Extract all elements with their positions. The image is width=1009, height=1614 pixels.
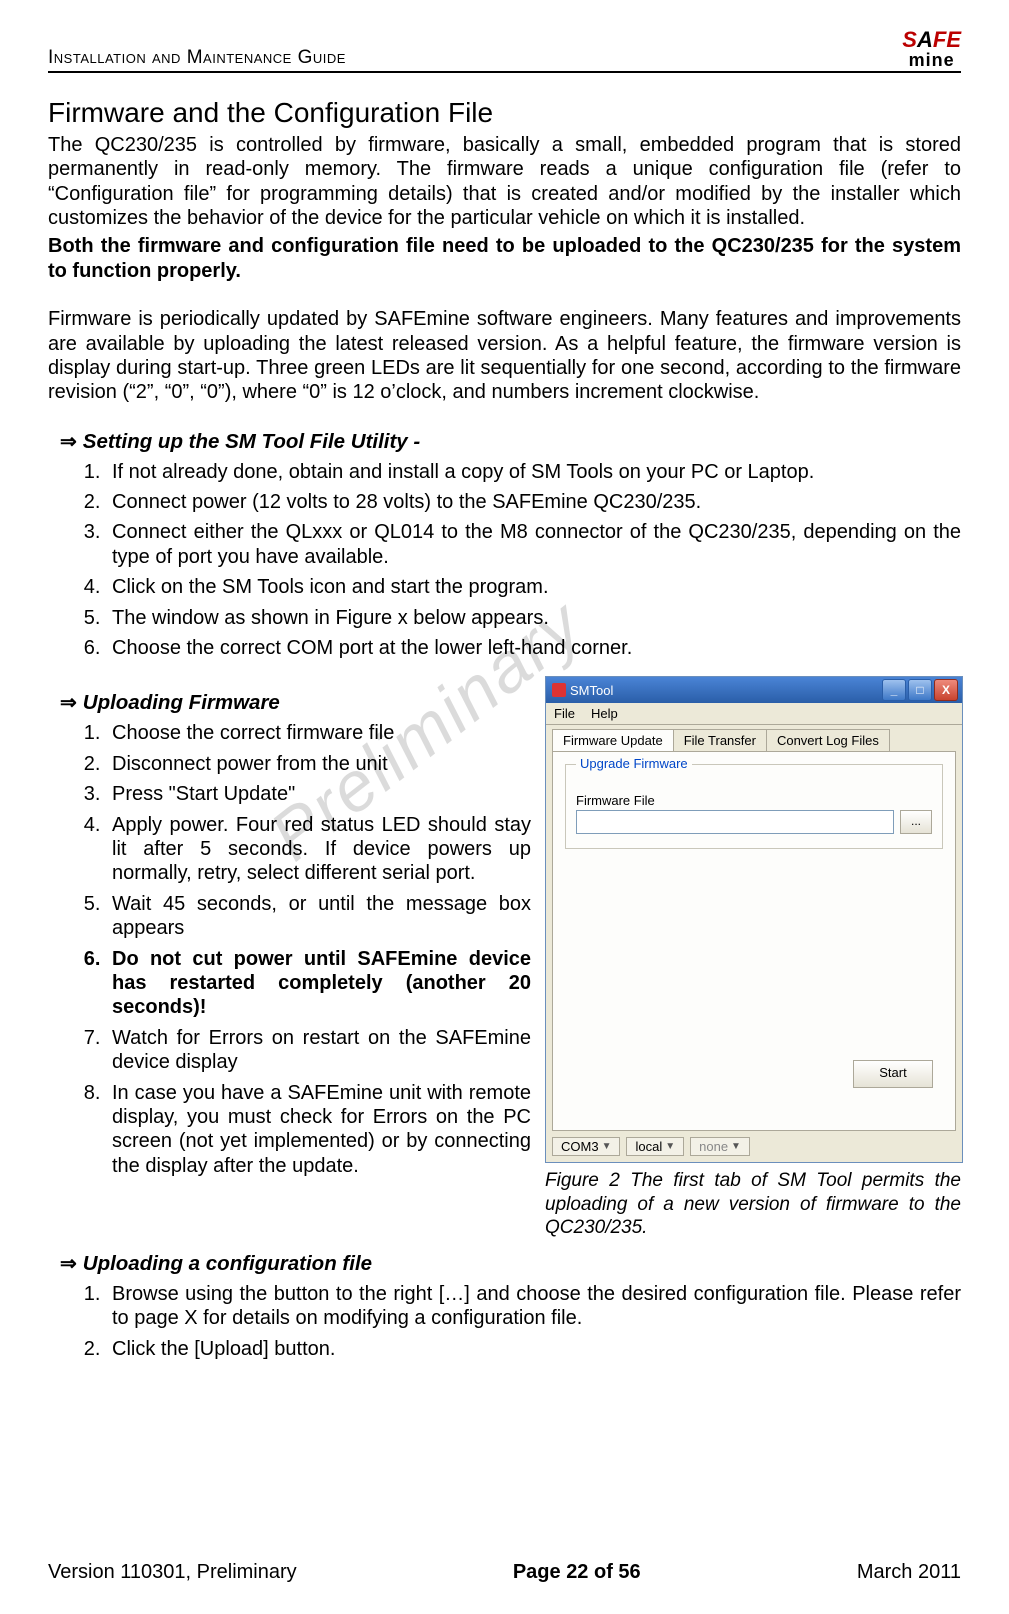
subsection-title: Uploading Firmware: [83, 691, 280, 715]
status-local[interactable]: local ▼: [626, 1137, 684, 1156]
subsection-title: Setting up the SM Tool File Utility -: [83, 430, 420, 454]
chevron-down-icon: ▼: [602, 1141, 612, 1152]
step-item: Choose the correct firmware file: [106, 721, 531, 745]
groupbox-legend: Upgrade Firmware: [576, 756, 692, 771]
chevron-down-icon: ▼: [665, 1141, 675, 1152]
smtool-panel: Upgrade Firmware Firmware File ... Start: [552, 751, 956, 1131]
safemine-logo: SAFE mine: [902, 30, 961, 71]
section-title: Firmware and the Configuration File: [48, 97, 961, 129]
tab-convert-log-files[interactable]: Convert Log Files: [766, 729, 890, 751]
step-item: Click the [Upload] button.: [106, 1337, 961, 1361]
subsection-uploading-config: ⇒ Uploading a configuration file: [60, 1251, 961, 1276]
menu-file[interactable]: File: [554, 706, 575, 721]
page-header: Installation and Maintenance Guide SAFE …: [48, 30, 961, 73]
subsection-sm-tool-setup: ⇒ Setting up the SM Tool File Utility -: [60, 429, 961, 454]
step-item: If not already done, obtain and install …: [106, 460, 961, 484]
status-none-label: none: [699, 1139, 728, 1154]
status-com-label: COM3: [561, 1139, 599, 1154]
footer-page-number: Page 22 of 56: [513, 1561, 641, 1584]
firmware-file-input[interactable]: [576, 810, 894, 834]
maximize-button[interactable]: □: [908, 679, 932, 701]
smtool-titlebar: SMTool _ □ X: [546, 677, 962, 703]
step-item: Press "Start Update": [106, 782, 531, 806]
upgrade-firmware-groupbox: Upgrade Firmware Firmware File ...: [565, 764, 943, 849]
step-item: Connect power (12 volts to 28 volts) to …: [106, 490, 961, 514]
step-item: Watch for Errors on restart on the SAFEm…: [106, 1026, 531, 1075]
step-item: In case you have a SAFEmine unit with re…: [106, 1081, 531, 1179]
intro-paragraph-2-bold: Both the firmware and configuration file…: [48, 234, 961, 283]
step-item: Click on the SM Tools icon and start the…: [106, 575, 961, 599]
step-item: Connect either the QLxxx or QL014 to the…: [106, 520, 961, 569]
step-item: Disconnect power from the unit: [106, 752, 531, 776]
chevron-down-icon: ▼: [731, 1141, 741, 1152]
tab-file-transfer[interactable]: File Transfer: [673, 729, 767, 751]
sm-tool-setup-steps: If not already done, obtain and install …: [48, 460, 961, 661]
subsection-title: Uploading a configuration file: [83, 1252, 372, 1276]
logo-bottom-text: mine: [909, 50, 955, 71]
minimize-button[interactable]: _: [882, 679, 906, 701]
menu-help[interactable]: Help: [591, 706, 618, 721]
uploading-config-steps: Browse using the button to the right […]…: [48, 1282, 961, 1361]
logo-top-text: SAFE: [902, 30, 961, 50]
window-title: SMTool: [570, 683, 613, 698]
step-item: The window as shown in Figure x below ap…: [106, 606, 961, 630]
step-item: Apply power. Four red status LED should …: [106, 813, 531, 886]
step-item-bold: Do not cut power until SAFEmine device h…: [106, 947, 531, 1020]
status-none[interactable]: none ▼: [690, 1137, 750, 1156]
status-local-label: local: [635, 1139, 662, 1154]
subsection-uploading-firmware: ⇒ Uploading Firmware: [60, 690, 531, 715]
footer-version: Version 110301, Preliminary: [48, 1561, 297, 1584]
close-button[interactable]: X: [934, 679, 958, 701]
document-title: Installation and Maintenance Guide: [48, 47, 346, 69]
footer-date: March 2011: [857, 1561, 961, 1584]
page-footer: Version 110301, Preliminary Page 22 of 5…: [48, 1561, 961, 1584]
app-icon: [552, 683, 566, 697]
figure-2-caption: Figure 2 The first tab of SM Tool permit…: [545, 1169, 961, 1239]
step-item: Browse using the button to the right […]…: [106, 1282, 961, 1331]
browse-button[interactable]: ...: [900, 810, 932, 834]
arrow-icon: ⇒: [60, 429, 77, 454]
status-com-port[interactable]: COM3 ▼: [552, 1137, 620, 1156]
intro-paragraph-3: Firmware is periodically updated by SAFE…: [48, 307, 961, 405]
tab-firmware-update[interactable]: Firmware Update: [552, 729, 674, 751]
start-button[interactable]: Start: [853, 1060, 933, 1088]
arrow-icon: ⇒: [60, 1251, 77, 1276]
intro-paragraph-1: The QC230/235 is controlled by firmware,…: [48, 133, 961, 231]
smtool-statusbar: COM3 ▼ local ▼ none ▼: [552, 1137, 956, 1156]
smtool-menubar: File Help: [546, 703, 962, 725]
step-item: Wait 45 seconds, or until the message bo…: [106, 892, 531, 941]
smtool-window-screenshot: SMTool _ □ X File Help Firmware Update F…: [545, 676, 963, 1163]
step-item: Choose the correct COM port at the lower…: [106, 636, 961, 660]
arrow-icon: ⇒: [60, 690, 77, 715]
firmware-file-label: Firmware File: [576, 793, 932, 808]
smtool-tabstrip: Firmware Update File Transfer Convert Lo…: [552, 729, 956, 751]
uploading-firmware-steps: Choose the correct firmware file Disconn…: [48, 721, 531, 1178]
